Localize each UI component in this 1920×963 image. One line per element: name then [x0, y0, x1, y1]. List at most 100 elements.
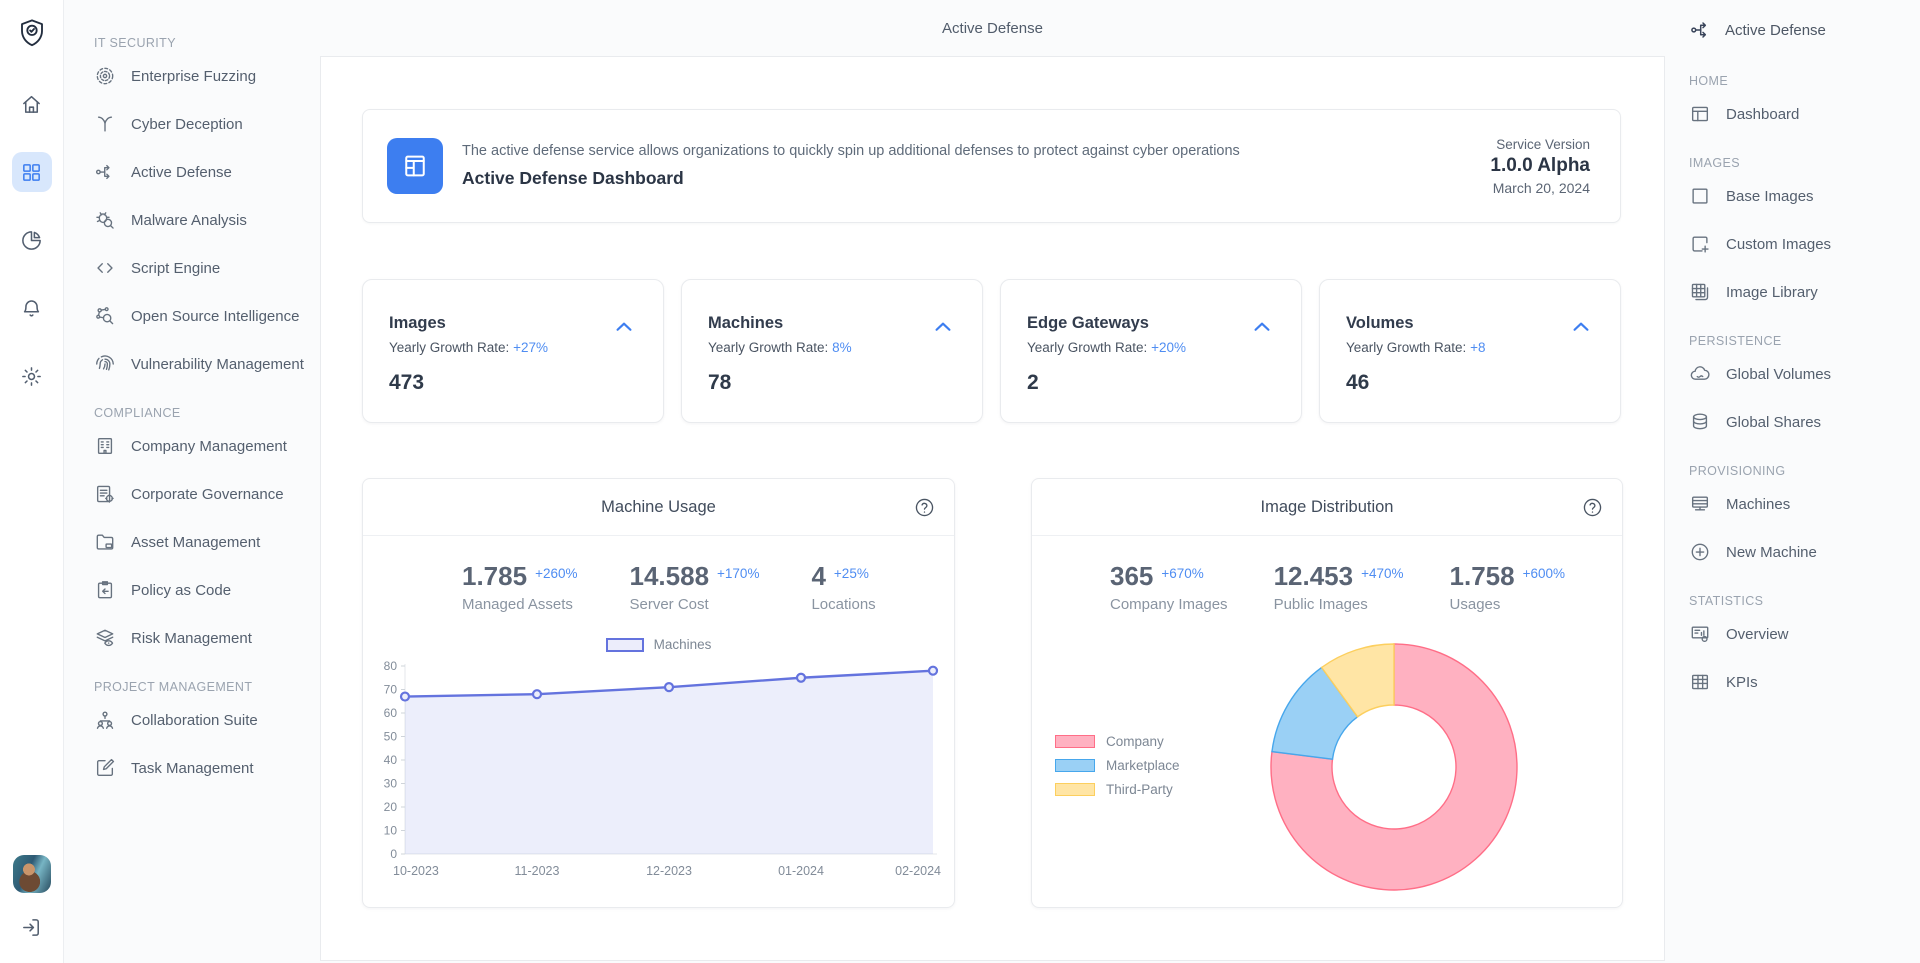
- grid-icon[interactable]: [12, 152, 52, 192]
- svg-text:60: 60: [384, 706, 398, 720]
- rside-item-global-shares[interactable]: Global Shares: [1689, 398, 1920, 446]
- rside-item-label: Overview: [1726, 626, 1789, 643]
- logout-icon[interactable]: [12, 907, 52, 947]
- chart-stat-locations: 4+25%Locations: [811, 563, 875, 613]
- chart-stat-managed-assets: 1.785+260%Managed Assets: [462, 563, 578, 613]
- sidebar-item-script-engine[interactable]: Script Engine: [94, 244, 320, 292]
- stat-card-growth: Yearly Growth Rate: +27%: [389, 340, 637, 355]
- rside-item-machines[interactable]: Machines: [1689, 480, 1920, 528]
- stat-card-title: Machines: [708, 314, 956, 333]
- sidebar-item-risk-management[interactable]: Risk Management: [94, 614, 320, 662]
- sidebar-item-malware-analysis[interactable]: Malware Analysis: [94, 196, 320, 244]
- bell-icon[interactable]: [12, 288, 52, 328]
- sidebar-item-vulnerability-management[interactable]: Vulnerability Management: [94, 340, 320, 388]
- rside-item-custom-images[interactable]: Custom Images: [1689, 220, 1920, 268]
- sidebar-item-company-management[interactable]: Company Management: [94, 422, 320, 470]
- machine-usage-title: Machine Usage: [601, 498, 716, 517]
- stat-card-edge-gateways: Edge GatewaysYearly Growth Rate: +20%2: [1000, 279, 1302, 423]
- rside-item-image-library[interactable]: Image Library: [1689, 268, 1920, 316]
- chart-stat-value: 1.785: [462, 563, 527, 589]
- rside-item-dashboard[interactable]: Dashboard: [1689, 90, 1920, 138]
- home-icon[interactable]: [12, 84, 52, 124]
- sidebar-item-open-source-intelligence[interactable]: Open Source Intelligence: [94, 292, 320, 340]
- machines-line-chart: 0102030405060708010-202311-202312-202301…: [363, 656, 954, 889]
- chevron-up-icon[interactable]: [1568, 316, 1594, 338]
- chevron-up-icon[interactable]: [1249, 316, 1275, 338]
- chart-stat-value: 365: [1110, 563, 1153, 589]
- stat-card-growth: Yearly Growth Rate: +8: [1346, 340, 1594, 355]
- stat-card-title: Volumes: [1346, 314, 1594, 333]
- rside-item-overview[interactable]: Overview: [1689, 610, 1920, 658]
- chart-stat-value: 4: [811, 563, 825, 589]
- stat-card-value: 2: [1027, 371, 1275, 395]
- server-icon: [1689, 493, 1711, 515]
- chart-stat-public-images: 12.453+470%Public Images: [1274, 563, 1404, 613]
- gear-icon[interactable]: [12, 356, 52, 396]
- rside-item-global-volumes[interactable]: Global Volumes: [1689, 350, 1920, 398]
- stat-card-machines: MachinesYearly Growth Rate: 8%78: [681, 279, 983, 423]
- stat-card-value: 473: [389, 371, 637, 395]
- sidebar-item-label: Company Management: [131, 438, 287, 455]
- sidebar-item-active-defense[interactable]: Active Defense: [94, 148, 320, 196]
- sidebar-item-cyber-deception[interactable]: Cyber Deception: [94, 100, 320, 148]
- legend-label: Company: [1106, 734, 1164, 749]
- svg-text:01-2024: 01-2024: [778, 864, 824, 878]
- doc-gear-icon: [94, 483, 116, 505]
- stat-card-value: 78: [708, 371, 956, 395]
- stat-card-title: Edge Gateways: [1027, 314, 1275, 333]
- sidebar-item-corporate-governance[interactable]: Corporate Governance: [94, 470, 320, 518]
- sidebar-item-label: Active Defense: [131, 164, 232, 181]
- sidebar-item-label: Asset Management: [131, 534, 260, 551]
- service-description: The active defense service allows organi…: [462, 143, 1240, 159]
- rside-item-base-images[interactable]: Base Images: [1689, 172, 1920, 220]
- sidebar-item-collaboration-suite[interactable]: Collaboration Suite: [94, 696, 320, 744]
- image-distribution-title: Image Distribution: [1261, 498, 1394, 517]
- rside-item-label: Machines: [1726, 496, 1790, 513]
- chevron-up-icon[interactable]: [611, 316, 637, 338]
- machines-legend-label: Machines: [654, 637, 712, 652]
- svg-text:02-2024: 02-2024: [895, 864, 941, 878]
- chart-stat-delta: +600%: [1523, 566, 1565, 581]
- stat-card-growth-value: +8: [1470, 340, 1485, 355]
- rside-section-label: PERSISTENCE: [1689, 334, 1920, 348]
- chart-stat-server-cost: 14.588+170%Server Cost: [630, 563, 760, 613]
- rside-item-label: Global Shares: [1726, 414, 1821, 431]
- svg-text:70: 70: [384, 683, 398, 697]
- table-icon: [1689, 671, 1711, 693]
- user-avatar[interactable]: [13, 855, 51, 893]
- rside-item-new-machine[interactable]: New Machine: [1689, 528, 1920, 576]
- sidebar-item-label: Corporate Governance: [131, 486, 284, 503]
- service-version-date: March 20, 2024: [1490, 180, 1590, 196]
- sidebar-item-policy-as-code[interactable]: Policy as Code: [94, 566, 320, 614]
- stat-card-growth-value: +20%: [1151, 340, 1186, 355]
- stat-card-images: ImagesYearly Growth Rate: +27%473: [362, 279, 664, 423]
- pie-chart-icon[interactable]: [12, 220, 52, 260]
- sidebar-item-label: Script Engine: [131, 260, 220, 277]
- network-search-icon: [94, 305, 116, 327]
- bug-search-icon: [94, 209, 116, 231]
- chevron-up-icon[interactable]: [930, 316, 956, 338]
- service-version-value: 1.0.0 Alpha: [1490, 155, 1590, 177]
- sidebar-item-enterprise-fuzzing[interactable]: Enterprise Fuzzing: [94, 52, 320, 100]
- app-logo-shield-icon: [13, 14, 51, 52]
- image-distribution-donut-chart: [1264, 637, 1524, 897]
- rside-item-kpis[interactable]: KPIs: [1689, 658, 1920, 706]
- chart-stat-delta: +470%: [1361, 566, 1403, 581]
- rside-item-label: Dashboard: [1726, 106, 1799, 123]
- help-icon[interactable]: [913, 496, 936, 519]
- chart-stat-delta: +260%: [535, 566, 577, 581]
- chart-stat-label: Public Images: [1274, 596, 1404, 613]
- flow-icon: [94, 161, 116, 183]
- building-icon: [94, 435, 116, 457]
- sidebar-item-task-management[interactable]: Task Management: [94, 744, 320, 792]
- sidebar-item-asset-management[interactable]: Asset Management: [94, 518, 320, 566]
- chart-stat-label: Server Cost: [630, 596, 760, 613]
- svg-text:0: 0: [390, 847, 397, 861]
- rside-item-label: Custom Images: [1726, 236, 1831, 253]
- dashboard-title: Active Defense Dashboard: [462, 168, 1240, 189]
- rside-item-label: KPIs: [1726, 674, 1758, 691]
- people-icon: [94, 709, 116, 731]
- legend-item-marketplace: Marketplace: [1055, 753, 1180, 777]
- square-icon: [1689, 185, 1711, 207]
- help-icon[interactable]: [1581, 496, 1604, 519]
